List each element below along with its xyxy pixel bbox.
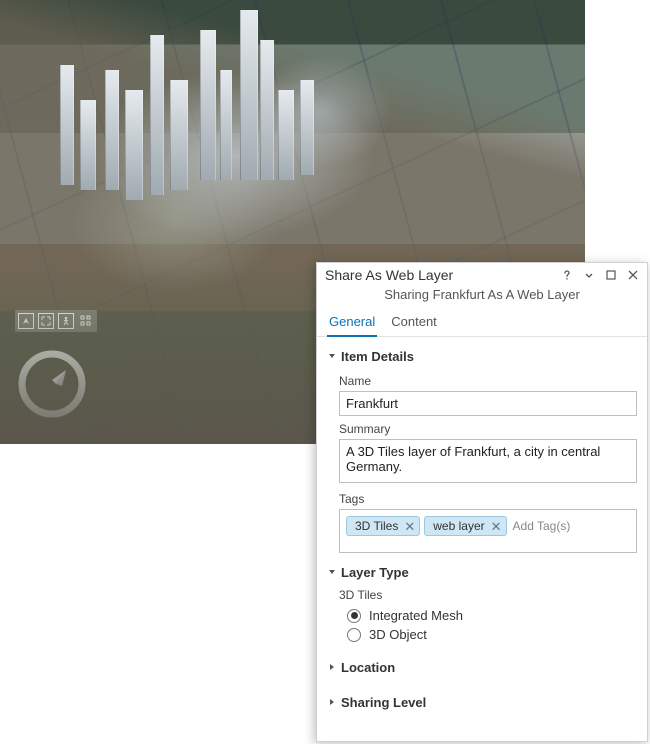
- tag-label: 3D Tiles: [355, 519, 398, 533]
- nav-grid-button[interactable]: [78, 313, 94, 329]
- section-layer-type: Layer Type 3D Tiles Integrated Mesh 3D O…: [317, 553, 647, 646]
- radio-icon: [347, 609, 361, 623]
- tab-general[interactable]: General: [327, 310, 377, 337]
- section-sharing-level: Sharing Level: [317, 681, 647, 716]
- section-location: Location: [317, 646, 647, 681]
- compass-navigator[interactable]: [18, 350, 86, 418]
- tag-chip: web layer ✕: [424, 516, 506, 536]
- help-button[interactable]: [559, 267, 575, 283]
- section-sharing-level-title: Sharing Level: [341, 695, 426, 710]
- section-location-header[interactable]: Location: [327, 654, 637, 681]
- name-input[interactable]: [339, 391, 637, 416]
- section-layer-type-title: Layer Type: [341, 565, 409, 580]
- chevron-right-icon: [327, 660, 337, 675]
- radio-integrated-mesh[interactable]: Integrated Mesh: [347, 608, 637, 623]
- radio-label: 3D Object: [369, 627, 427, 642]
- section-sharing-level-header[interactable]: Sharing Level: [327, 689, 637, 716]
- section-layer-type-header[interactable]: Layer Type: [327, 561, 637, 584]
- nav-pedestrian-button[interactable]: [58, 313, 74, 329]
- panel-title: Share As Web Layer: [325, 267, 553, 283]
- tag-remove-icon[interactable]: ✕: [404, 520, 415, 533]
- panel-header: Share As Web Layer: [317, 263, 647, 285]
- summary-input[interactable]: [339, 439, 637, 483]
- radio-3d-object[interactable]: 3D Object: [347, 627, 637, 642]
- maximize-button[interactable]: [603, 267, 619, 283]
- close-button[interactable]: [625, 267, 641, 283]
- section-item-details-title: Item Details: [341, 349, 414, 364]
- layer-type-sublabel: 3D Tiles: [339, 588, 637, 602]
- section-item-details: Item Details Name Summary Tags 3D Tiles …: [317, 337, 647, 553]
- nav-full-extent-button[interactable]: [38, 313, 54, 329]
- summary-label: Summary: [339, 422, 637, 436]
- section-location-title: Location: [341, 660, 395, 675]
- radio-icon: [347, 628, 361, 642]
- panel-subtitle: Sharing Frankfurt As A Web Layer: [317, 285, 647, 310]
- chevron-down-icon: [327, 565, 337, 580]
- tag-remove-icon[interactable]: ✕: [491, 520, 502, 533]
- menu-button[interactable]: [581, 267, 597, 283]
- tag-chip: 3D Tiles ✕: [346, 516, 420, 536]
- tags-input[interactable]: 3D Tiles ✕ web layer ✕ Add Tag(s): [339, 509, 637, 553]
- navigation-toolbar: [15, 310, 97, 332]
- panel-tabs: General Content: [317, 310, 647, 337]
- section-item-details-header[interactable]: Item Details: [327, 345, 637, 368]
- nav-explore-button[interactable]: [18, 313, 34, 329]
- share-web-layer-panel: Share As Web Layer Sharing Frankfurt As …: [316, 262, 648, 742]
- radio-label: Integrated Mesh: [369, 608, 463, 623]
- tags-label: Tags: [339, 492, 637, 506]
- chevron-down-icon: [327, 349, 337, 364]
- tag-label: web layer: [433, 519, 484, 533]
- chevron-right-icon: [327, 695, 337, 710]
- add-tag-placeholder[interactable]: Add Tag(s): [511, 516, 573, 536]
- scene-buildings: [60, 10, 400, 270]
- name-label: Name: [339, 374, 637, 388]
- tab-content[interactable]: Content: [389, 310, 439, 336]
